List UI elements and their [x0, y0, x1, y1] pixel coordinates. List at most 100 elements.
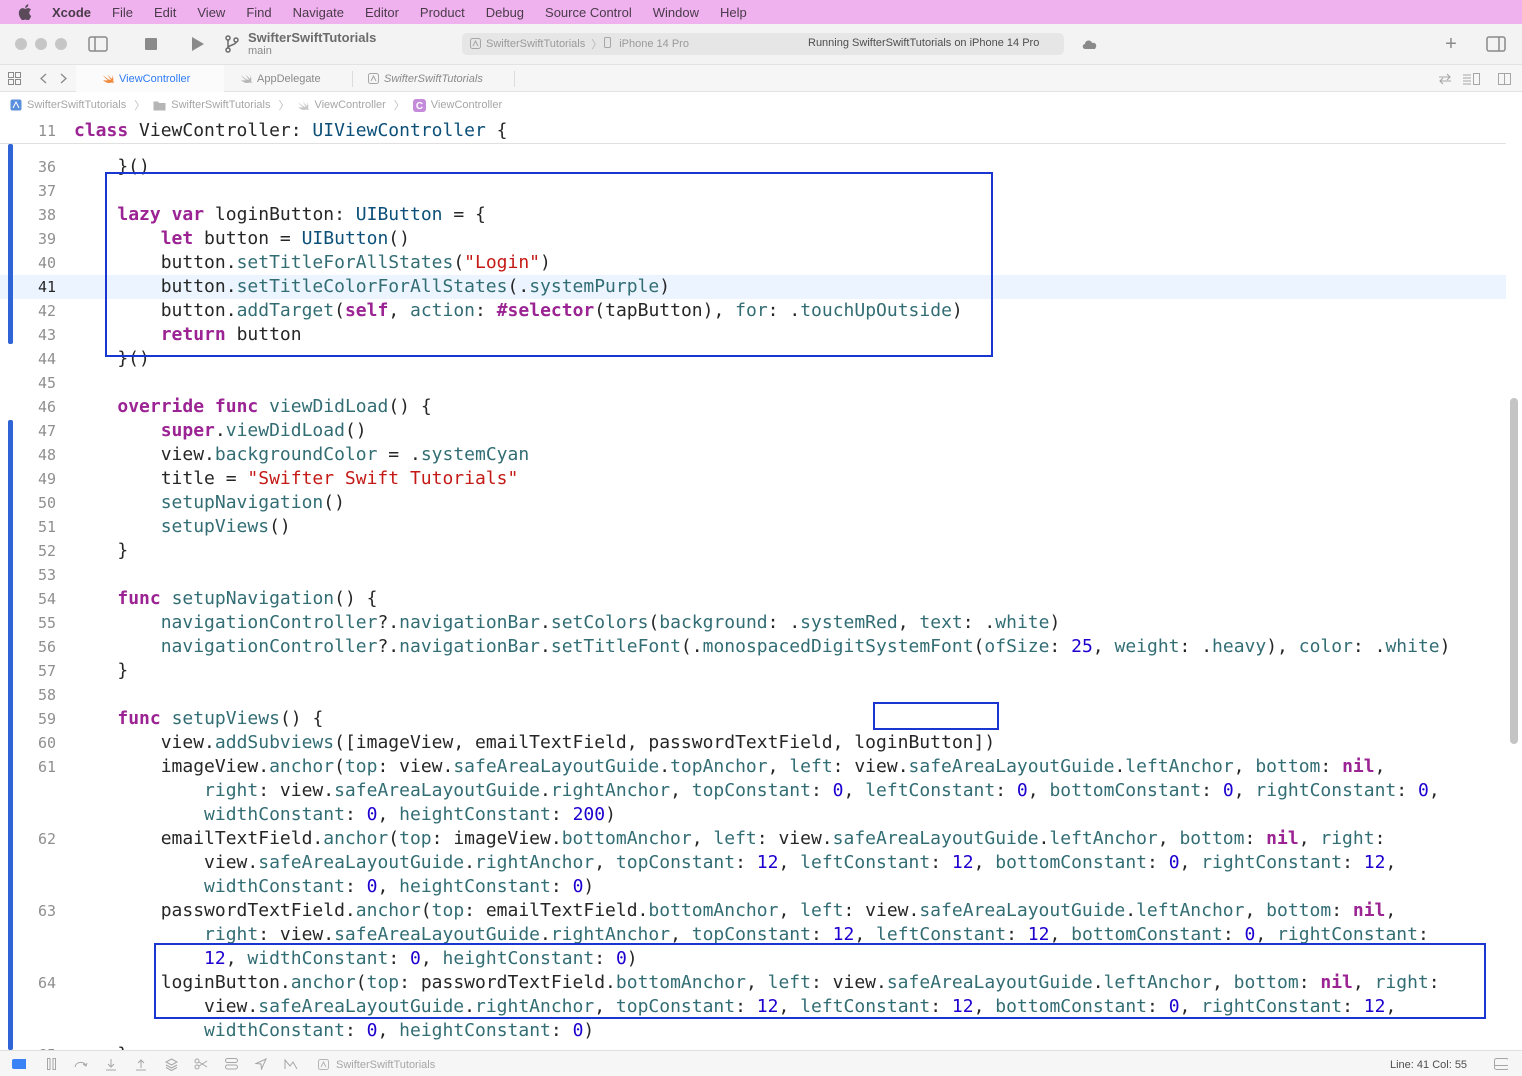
code-text: super.viewDidLoad() — [160, 420, 367, 441]
code-line[interactable]: 51 setupViews() — [0, 515, 1506, 539]
tab-viewcontroller[interactable]: ViewController — [76, 65, 224, 92]
activity-viewer[interactable]: SwifterSwiftTutorials 〉 iPhone 14 Pro Ru… — [462, 33, 1064, 55]
cloud-icon — [1080, 34, 1100, 54]
tab-project[interactable]: SwifterSwiftTutorials — [352, 65, 514, 92]
tab-divider — [514, 71, 515, 87]
minimize-window-button[interactable] — [35, 38, 47, 50]
editor-options-icon[interactable] — [1462, 65, 1482, 92]
code-line[interactable]: 59 func setupViews() { — [0, 707, 1506, 731]
code-text: } — [74, 660, 129, 681]
code-line[interactable]: 52 } — [0, 539, 1506, 563]
menu-view[interactable]: View — [197, 5, 225, 20]
grid-icon[interactable] — [8, 65, 24, 92]
menu-debug[interactable]: Debug — [486, 5, 524, 20]
code-line[interactable]: right: view.safeAreaLayoutGuide.rightAnc… — [0, 779, 1506, 803]
line-number[interactable]: 44 — [0, 347, 56, 371]
code-line[interactable]: 61 imageView.anchor(top: view.safeAreaLa… — [0, 755, 1506, 779]
code-line[interactable]: 49 title = "Swifter Swift Tutorials" — [0, 467, 1506, 491]
view-hierarchy-icon[interactable] — [164, 1057, 178, 1071]
menu-source-control[interactable]: Source Control — [545, 5, 632, 20]
related-items-icon[interactable] — [1438, 65, 1454, 92]
menu-edit[interactable]: Edit — [154, 5, 176, 20]
pause-icon[interactable] — [44, 1057, 58, 1071]
menu-help[interactable]: Help — [720, 5, 747, 20]
console-toggle-icon[interactable] — [12, 1057, 26, 1071]
code-line[interactable]: 53 — [0, 563, 1506, 587]
stop-icon[interactable] — [144, 34, 158, 54]
apple-icon[interactable] — [16, 4, 34, 20]
debug-target[interactable]: SwifterSwiftTutorials — [336, 1059, 435, 1071]
code-line[interactable]: 58 — [0, 683, 1506, 707]
split-editor-icon[interactable] — [1498, 65, 1514, 92]
swift-file-icon — [297, 100, 310, 111]
back-icon[interactable] — [40, 65, 50, 92]
code-line[interactable]: view.safeAreaLayoutGuide.rightAnchor, to… — [0, 851, 1506, 875]
tab-appdelegate[interactable]: AppDelegate — [224, 65, 352, 92]
menu-file[interactable]: File — [112, 5, 133, 20]
location-icon[interactable] — [254, 1057, 268, 1071]
run-icon[interactable] — [190, 34, 206, 54]
code-line[interactable]: widthConstant: 0, heightConstant: 0) — [0, 1019, 1506, 1043]
code-line[interactable]: 56 navigationController?.navigationBar.s… — [0, 635, 1506, 659]
vertical-scrollbar[interactable] — [1510, 398, 1518, 744]
menu-editor[interactable]: Editor — [365, 5, 399, 20]
navigator-toggle-icon[interactable] — [88, 34, 108, 54]
scheme-name[interactable]: SwifterSwiftTutorials — [248, 30, 376, 45]
code-line[interactable]: 47 super.viewDidLoad() — [0, 419, 1506, 443]
line-number: 11 — [37, 122, 56, 140]
chevron-right-icon: 〉 — [591, 39, 603, 51]
breadcrumb-symbol[interactable]: C ViewController — [412, 98, 502, 112]
menu-xcode[interactable]: Xcode — [52, 5, 91, 20]
change-indicator[interactable] — [8, 144, 13, 344]
menu-navigate[interactable]: Navigate — [293, 5, 344, 20]
menu-find[interactable]: Find — [246, 5, 271, 20]
code-line[interactable]: 54 func setupNavigation() { — [0, 587, 1506, 611]
add-icon[interactable]: + — [1442, 33, 1460, 55]
step-out-icon[interactable] — [134, 1057, 148, 1071]
close-window-button[interactable] — [15, 38, 27, 50]
sticky-scope-header[interactable]: 11 class ViewController: UIViewControlle… — [0, 118, 1506, 144]
forward-icon[interactable] — [60, 65, 70, 92]
code-line[interactable]: 60 view.addSubviews([imageView, emailTex… — [0, 731, 1506, 755]
code-text: } — [74, 540, 129, 561]
step-into-icon[interactable] — [104, 1057, 118, 1071]
breadcrumb-file[interactable]: ViewController — [297, 99, 386, 111]
code-line[interactable]: 62 emailTextField.anchor(top: imageView.… — [0, 827, 1506, 851]
run-target[interactable]: SwifterSwiftTutorials — [486, 38, 585, 50]
code-text: view.addSubviews([imageView, emailTextFi… — [74, 732, 996, 753]
change-indicator[interactable] — [8, 420, 13, 1050]
code-line[interactable]: 50 setupNavigation() — [0, 491, 1506, 515]
code-line[interactable]: 57 } — [0, 659, 1506, 683]
debug-area-toggle-icon[interactable] — [1494, 1057, 1508, 1071]
source-editor[interactable]: 11 class ViewController: UIViewControlle… — [0, 118, 1522, 1050]
menu-product[interactable]: Product — [420, 5, 465, 20]
code-line[interactable]: 65 } — [0, 1043, 1506, 1050]
step-over-icon[interactable] — [74, 1057, 88, 1071]
breadcrumb-project[interactable]: SwifterSwiftTutorials — [10, 99, 126, 111]
breadcrumb-group[interactable]: SwifterSwiftTutorials — [153, 99, 270, 111]
code-line[interactable]: 48 view.backgroundColor = .systemCyan — [0, 443, 1506, 467]
swift-file-icon — [240, 73, 252, 84]
code-line[interactable]: widthConstant: 0, heightConstant: 0) — [0, 875, 1506, 899]
menu-window[interactable]: Window — [653, 5, 699, 20]
breadcrumb-label: ViewController — [314, 99, 386, 111]
code-line[interactable]: 45 — [0, 371, 1506, 395]
metrics-icon[interactable] — [284, 1057, 298, 1071]
code-line[interactable]: 46 override func viewDidLoad() { — [0, 395, 1506, 419]
code-text: view.safeAreaLayoutGuide.rightAnchor, to… — [74, 852, 1397, 873]
line-number[interactable]: 45 — [0, 371, 56, 395]
tab-label: AppDelegate — [257, 72, 321, 85]
code-line[interactable]: 63 passwordTextField.anchor(top: emailTe… — [0, 899, 1506, 923]
environment-overrides-icon[interactable] — [224, 1057, 238, 1071]
code-line[interactable]: 55 navigationController?.navigationBar.s… — [0, 611, 1506, 635]
run-device[interactable]: iPhone 14 Pro — [619, 38, 689, 50]
breadcrumb-label: SwifterSwiftTutorials — [27, 99, 127, 111]
memory-graph-icon[interactable] — [194, 1057, 208, 1071]
branch-name: main — [248, 45, 272, 57]
line-number[interactable]: 46 — [0, 395, 56, 419]
inspector-toggle-icon[interactable] — [1486, 34, 1506, 54]
zoom-window-button[interactable] — [55, 38, 67, 50]
project-icon — [10, 99, 22, 111]
code-line[interactable]: widthConstant: 0, heightConstant: 200) — [0, 803, 1506, 827]
code-text: view.backgroundColor = .systemCyan — [74, 444, 530, 465]
